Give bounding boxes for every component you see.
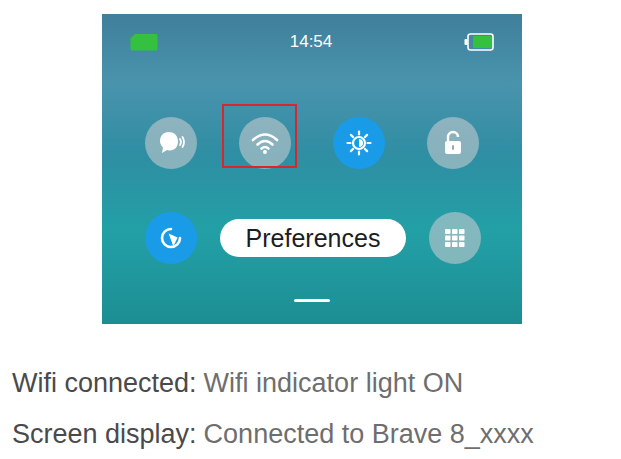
highlight-box bbox=[222, 104, 297, 168]
note-line: Screen display:Connected to Brave 8_xxxx bbox=[12, 409, 621, 459]
voice-button[interactable] bbox=[145, 117, 197, 169]
note-value: Connected to Brave 8_xxxx bbox=[204, 419, 534, 449]
brightness-icon bbox=[344, 128, 374, 158]
grid-icon bbox=[440, 223, 470, 253]
note-value: Wifi indicator light ON bbox=[204, 368, 464, 398]
quick-setting bbox=[427, 117, 479, 169]
wifi-button[interactable] bbox=[239, 117, 291, 169]
wifi-icon bbox=[250, 128, 280, 158]
lock-button[interactable] bbox=[427, 117, 479, 169]
camera-screen: 14:54 Preferences bbox=[102, 14, 522, 324]
voice-control-icon bbox=[156, 128, 186, 158]
quick-setting bbox=[145, 117, 197, 169]
quick-setting bbox=[429, 212, 481, 264]
rotate-button[interactable] bbox=[145, 212, 197, 264]
notes: Wifi connected:Wifi indicator light ONSc… bbox=[0, 324, 621, 459]
quick-setting bbox=[239, 117, 291, 169]
quick-setting bbox=[145, 212, 197, 264]
quick-settings-row bbox=[102, 117, 522, 169]
grid-button[interactable] bbox=[429, 212, 481, 264]
handle-row bbox=[102, 299, 522, 302]
unlocked-icon bbox=[438, 128, 468, 158]
quick-setting bbox=[333, 117, 385, 169]
storage-icon bbox=[130, 33, 158, 51]
screenshot-frame: 14:54 Preferences bbox=[0, 14, 621, 324]
preferences-button[interactable]: Preferences bbox=[220, 219, 406, 257]
screen-rotation-icon bbox=[156, 223, 186, 253]
quick-settings-row: Preferences bbox=[102, 212, 522, 264]
clock: 14:54 bbox=[290, 32, 333, 52]
note-label: Wifi connected: bbox=[12, 368, 197, 398]
swipe-handle[interactable] bbox=[294, 299, 330, 302]
note-line: Wifi connected:Wifi indicator light ON bbox=[12, 358, 621, 409]
manual-page: 14:54 Preferences Wifi connected:Wifi indi… bbox=[0, 0, 621, 459]
brightness-button[interactable] bbox=[333, 117, 385, 169]
note-label: Screen display: bbox=[12, 419, 197, 449]
battery-icon bbox=[464, 33, 494, 51]
status-bar: 14:54 bbox=[102, 14, 522, 70]
